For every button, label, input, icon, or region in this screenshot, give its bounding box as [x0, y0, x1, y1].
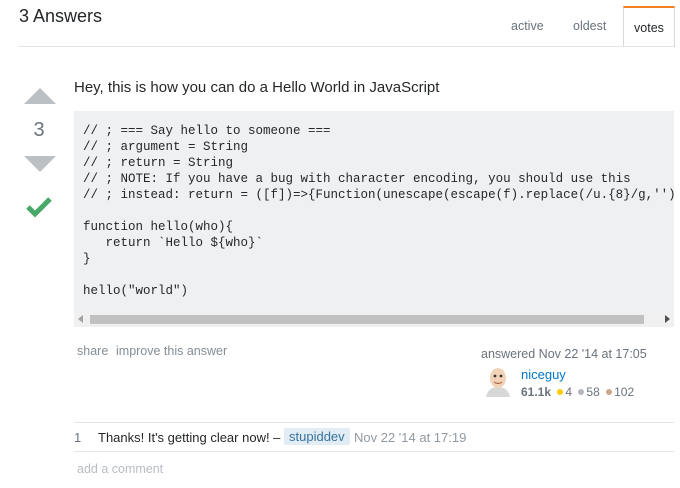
comments-divider-top [74, 422, 674, 423]
scrollbar-thumb[interactable] [90, 315, 644, 324]
tab-active[interactable]: active [511, 6, 544, 46]
comment-score: 1 [74, 430, 82, 445]
comment-user-link[interactable]: stupiddev [284, 428, 350, 445]
scroll-left-arrow-icon[interactable] [78, 315, 83, 323]
bronze-badge-icon [606, 389, 613, 396]
user-reputation: 61.1k 4 58 102 [521, 385, 634, 399]
tab-votes[interactable]: votes [623, 6, 675, 47]
comments-divider-bottom [74, 451, 674, 452]
upvote-arrow-icon[interactable] [24, 88, 56, 104]
share-link[interactable]: share [77, 344, 108, 358]
answer-body-text: Hey, this is how you can do a Hello Worl… [74, 79, 440, 96]
downvote-arrow-icon[interactable] [24, 156, 56, 172]
code-block: // ; === Say hello to someone === // ; a… [74, 111, 674, 327]
user-name-link[interactable]: niceguy [521, 367, 566, 382]
code-content: // ; === Say hello to someone === // ; a… [83, 124, 674, 298]
gold-badge-count: 4 [565, 385, 573, 399]
comment-text: Thanks! It's getting clear now! – [98, 430, 281, 445]
gold-badge-icon [557, 389, 564, 396]
comment-date[interactable]: Nov 22 '14 at 17:19 [354, 430, 466, 445]
bronze-badge-count: 102 [614, 385, 635, 399]
avatar[interactable] [482, 365, 514, 397]
improve-answer-link[interactable]: improve this answer [116, 344, 227, 358]
horizontal-scrollbar[interactable] [74, 311, 674, 327]
silver-badge-icon [578, 389, 585, 396]
answered-timestamp: answered Nov 22 '14 at 17:05 [481, 347, 647, 361]
silver-badge-count: 58 [586, 385, 600, 399]
reputation-score: 61.1k [521, 385, 552, 399]
add-comment-link[interactable]: add a comment [77, 462, 163, 476]
vote-count: 3 [33, 119, 45, 141]
scroll-right-arrow-icon[interactable] [665, 315, 670, 323]
answers-count-title: 3 Answers [19, 6, 103, 26]
tab-oldest[interactable]: oldest [573, 6, 606, 46]
accepted-checkmark-icon [26, 196, 52, 223]
header-divider [18, 46, 674, 47]
